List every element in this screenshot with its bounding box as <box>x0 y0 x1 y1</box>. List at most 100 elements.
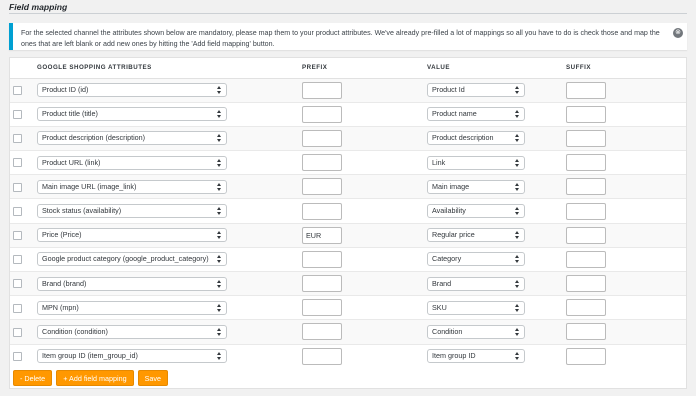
row-checkbox[interactable] <box>13 110 22 120</box>
value-select-value: Item group ID <box>432 351 476 361</box>
suffix-input[interactable] <box>566 250 606 268</box>
prefix-input[interactable] <box>302 250 342 268</box>
attribute-cell: MPN (mpn) <box>33 295 298 320</box>
row-checkbox[interactable] <box>13 85 22 95</box>
prefix-input[interactable] <box>302 129 342 147</box>
value-select[interactable]: Link <box>427 155 525 170</box>
attribute-select[interactable]: Google product category (google_product_… <box>37 252 227 267</box>
prefix-input[interactable]: EUR <box>302 226 342 244</box>
prefix-input[interactable] <box>302 105 342 123</box>
suffix-cell <box>562 77 686 103</box>
row-checkbox[interactable] <box>13 303 22 313</box>
suffix-input[interactable] <box>566 323 606 341</box>
suffix-input[interactable] <box>566 129 606 147</box>
value-select-value: SKU <box>432 302 447 312</box>
suffix-input[interactable] <box>566 299 606 317</box>
value-select[interactable]: SKU <box>427 300 525 315</box>
row-checkbox[interactable] <box>13 206 22 216</box>
value-select[interactable]: Category <box>427 252 525 267</box>
value-select[interactable]: Product description <box>427 131 525 146</box>
header-prefix: PREFIX <box>298 58 423 79</box>
table-header-row: GOOGLE SHOPPING ATTRIBUTES PREFIX VALUE … <box>10 58 686 79</box>
prefix-input[interactable] <box>302 323 342 341</box>
value-select[interactable]: Availability <box>427 204 525 219</box>
attribute-select[interactable]: Stock status (availability) <box>37 204 227 219</box>
row-select-cell <box>10 319 33 345</box>
prefix-input[interactable] <box>302 202 342 220</box>
row-select-cell <box>10 125 33 151</box>
action-buttons: - Delete + Add field mapping Save <box>13 370 170 386</box>
suffix-input[interactable] <box>566 226 606 244</box>
value-select[interactable]: Main image <box>427 179 525 194</box>
attribute-select[interactable]: Condition (condition) <box>37 324 227 339</box>
attribute-select[interactable]: Brand (brand) <box>37 276 227 291</box>
value-select[interactable]: Regular price <box>427 228 525 243</box>
prefix-cell: EUR <box>298 222 423 248</box>
table-row: Main image URL (image_link) Main image <box>10 174 686 199</box>
value-select[interactable]: Item group ID <box>427 349 525 364</box>
add-field-mapping-button[interactable]: + Add field mapping <box>56 370 134 386</box>
attribute-select[interactable]: Product ID (id) <box>37 83 227 98</box>
prefix-input[interactable] <box>302 347 342 365</box>
suffix-input[interactable] <box>566 105 606 123</box>
row-select-cell <box>10 222 33 248</box>
table-body: Product ID (id) Product Id Product title (… <box>10 77 686 369</box>
suffix-input[interactable] <box>566 154 606 172</box>
delete-button[interactable]: - Delete <box>13 370 53 386</box>
suffix-input[interactable] <box>566 81 606 99</box>
table-row: Product title (title) Product name <box>10 101 686 127</box>
header-suffix: SUFFIX <box>562 58 686 79</box>
row-checkbox[interactable] <box>13 182 22 192</box>
value-select[interactable]: Brand <box>427 276 525 291</box>
attribute-select[interactable]: Product description (description) <box>37 131 227 146</box>
select-arrows-icon <box>515 85 521 95</box>
row-select-cell <box>10 295 33 320</box>
value-select-value: Product name <box>432 109 477 119</box>
attribute-select-value: Stock status (availability) <box>42 206 122 216</box>
attribute-select[interactable]: Item group ID (item_group_id) <box>37 349 227 364</box>
save-button[interactable]: Save <box>137 370 169 386</box>
row-checkbox[interactable] <box>13 279 22 289</box>
notice-text: For the selected channel the attributes … <box>21 29 660 48</box>
row-select-cell <box>10 174 33 199</box>
field-mapping-table-container: GOOGLE SHOPPING ATTRIBUTES PREFIX VALUE … <box>9 57 687 389</box>
prefix-input[interactable] <box>302 275 342 293</box>
row-checkbox[interactable] <box>13 352 22 362</box>
suffix-input[interactable] <box>566 275 606 293</box>
suffix-input[interactable] <box>566 178 606 196</box>
attribute-select[interactable]: Product URL (link) <box>37 155 227 170</box>
row-checkbox[interactable] <box>13 327 22 337</box>
row-checkbox[interactable] <box>13 230 22 240</box>
value-select-value: Availability <box>432 206 466 216</box>
attribute-select[interactable]: Product title (title) <box>37 107 227 122</box>
attribute-select-value: Google product category (google_product_… <box>42 254 209 264</box>
value-select-value: Brand <box>432 278 452 288</box>
row-checkbox[interactable] <box>13 158 22 168</box>
row-checkbox[interactable] <box>13 255 22 265</box>
value-select[interactable]: Condition <box>427 324 525 339</box>
suffix-input[interactable] <box>566 347 606 365</box>
prefix-input[interactable] <box>302 299 342 317</box>
row-select-cell <box>10 77 33 103</box>
prefix-input[interactable] <box>302 178 342 196</box>
table-row: Price (Price) EUR Regular price <box>10 222 686 248</box>
value-cell: Product Id <box>423 77 562 103</box>
attribute-select-value: Condition (condition) <box>42 326 108 336</box>
attribute-select[interactable]: Main image URL (image_link) <box>37 179 227 194</box>
attribute-select[interactable]: MPN (mpn) <box>37 300 227 315</box>
prefix-input[interactable] <box>302 81 342 99</box>
suffix-cell <box>562 343 686 369</box>
suffix-input[interactable] <box>566 202 606 220</box>
value-select[interactable]: Product name <box>427 107 525 122</box>
select-arrows-icon <box>515 279 521 289</box>
row-select-cell <box>10 101 33 127</box>
value-select[interactable]: Product Id <box>427 83 525 98</box>
attribute-cell: Stock status (availability) <box>33 198 298 224</box>
attribute-cell: Product ID (id) <box>33 77 298 103</box>
attribute-cell: Item group ID (item_group_id) <box>33 343 298 369</box>
prefix-input[interactable] <box>302 154 342 172</box>
row-checkbox[interactable] <box>13 134 22 144</box>
field-mapping-table: GOOGLE SHOPPING ATTRIBUTES PREFIX VALUE … <box>10 58 686 369</box>
attribute-select[interactable]: Price (Price) <box>37 228 227 243</box>
close-icon[interactable]: ⊗ <box>673 28 683 38</box>
